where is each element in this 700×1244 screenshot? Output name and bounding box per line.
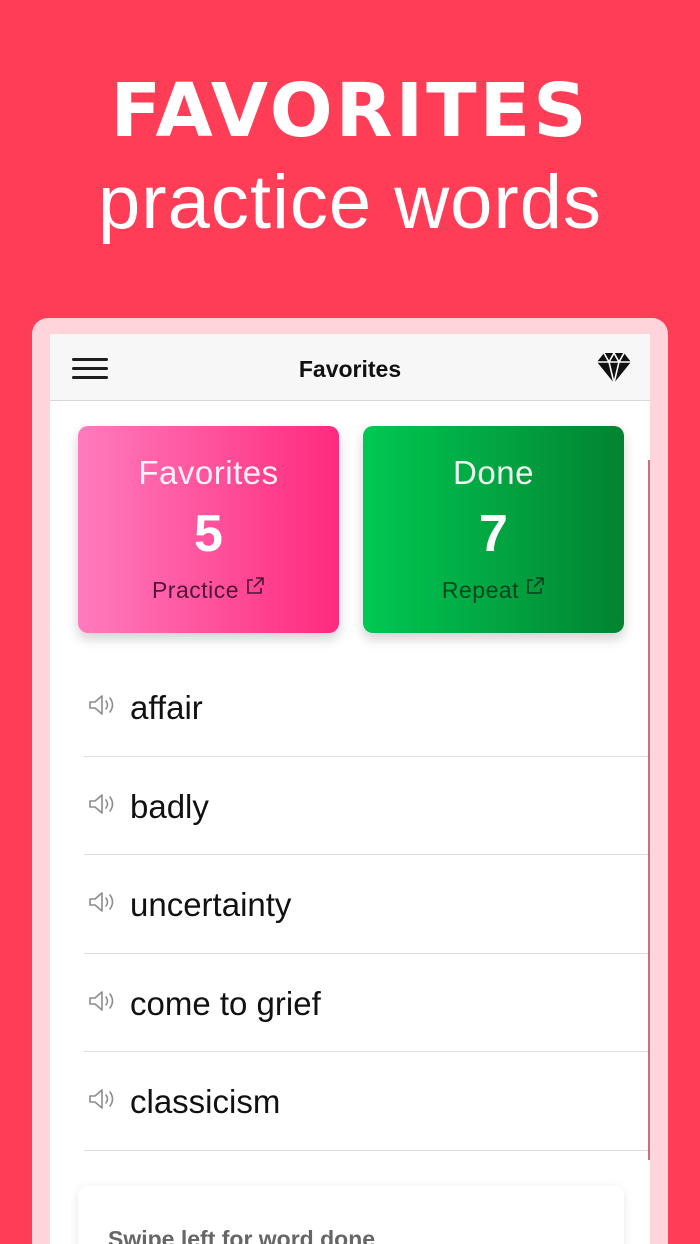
favorites-count: 5 <box>194 505 223 563</box>
done-card[interactable]: Done 7 Repeat <box>363 426 624 633</box>
promo-subline: practice words <box>98 160 602 245</box>
repeat-link[interactable]: Repeat <box>363 576 624 604</box>
list-item[interactable]: affair <box>84 658 650 757</box>
promo-screen: FAVORITES practice words Favorites Favor… <box>0 0 700 1244</box>
app-screen: Favorites Favorites 5 Practice Done 7 Re… <box>50 334 650 1244</box>
done-count: 7 <box>479 505 508 563</box>
word-text: uncertainty <box>130 886 292 923</box>
word-text: come to grief <box>130 984 321 1022</box>
navigation-bar: Favorites <box>50 334 650 401</box>
practice-link[interactable]: Practice <box>78 576 339 604</box>
external-link-icon <box>527 577 544 594</box>
list-item[interactable]: come to grief <box>84 954 650 1052</box>
word-text: classicism <box>130 1083 281 1120</box>
external-link-icon <box>247 577 264 594</box>
speaker-icon[interactable] <box>88 793 118 815</box>
hint-card: Swipe left for word done <box>78 1186 624 1244</box>
list-item[interactable]: badly <box>84 757 650 855</box>
scroll-indicator <box>648 460 650 1160</box>
hint-text: Swipe left for word done <box>108 1226 376 1244</box>
promo-headline: FAVORITES <box>110 68 590 154</box>
speaker-icon[interactable] <box>88 1088 118 1110</box>
favorites-card[interactable]: Favorites 5 Practice <box>78 426 339 633</box>
practice-label: Practice <box>151 577 240 603</box>
favorites-card-label: Favorites <box>138 454 279 491</box>
list-item[interactable]: uncertainty <box>84 855 650 954</box>
diamond-icon[interactable] <box>595 350 633 386</box>
speaker-icon[interactable] <box>88 990 118 1012</box>
word-list: affair badly uncertainty come to grief c… <box>84 658 650 1151</box>
page-title: Favorites <box>298 356 402 382</box>
speaker-icon[interactable] <box>88 891 118 913</box>
repeat-label: Repeat <box>441 577 520 603</box>
word-text: affair <box>130 689 203 726</box>
list-item[interactable]: classicism <box>84 1052 650 1151</box>
speaker-icon[interactable] <box>88 694 118 716</box>
done-card-label: Done <box>453 454 534 491</box>
word-text: badly <box>130 787 209 825</box>
